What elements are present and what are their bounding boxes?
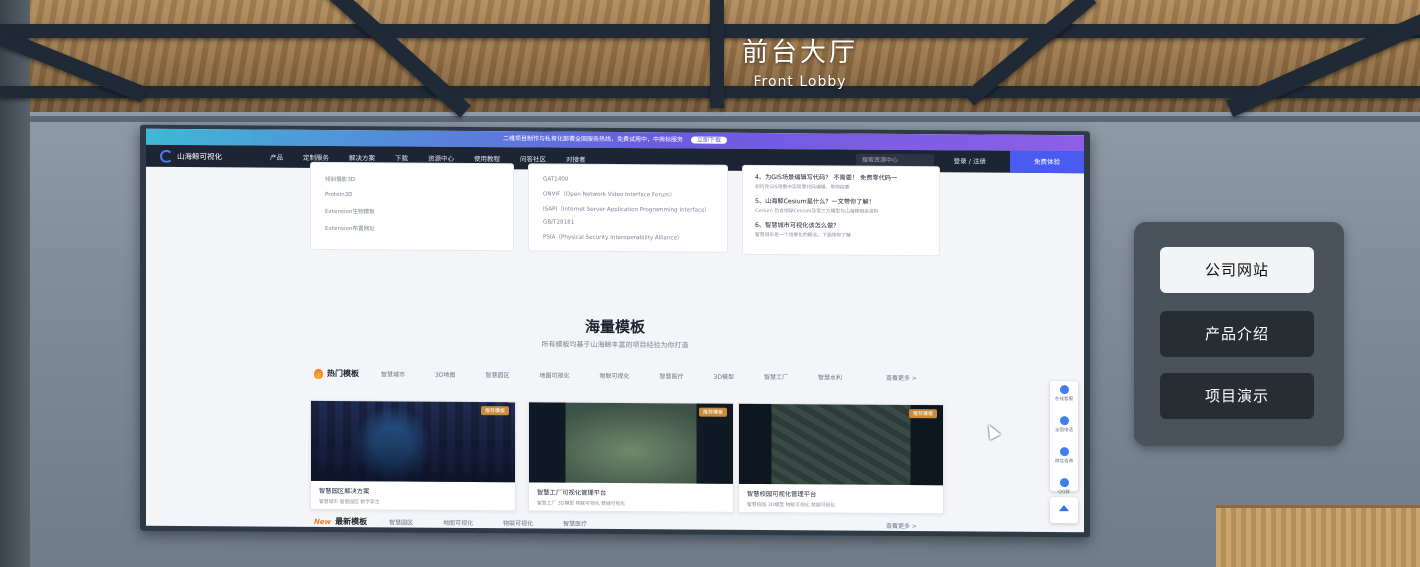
nav-item-tutorials[interactable]: 使用教程 <box>474 153 500 163</box>
list-item[interactable]: Extension布置网址 <box>325 224 513 233</box>
phone-icon <box>1059 416 1069 426</box>
nav-item-partners[interactable]: 对接者 <box>566 154 586 164</box>
tab-new-iot-vis[interactable]: 物联可视化 <box>503 518 533 527</box>
website-view[interactable]: 二维项目制作与私有化部署全国服务热线，免费试用中，中商标服务 立即下载 山海鲸可… <box>146 128 1084 533</box>
list-item[interactable]: 倾斜摄影3D <box>325 175 513 184</box>
product-intro-button[interactable]: 产品介绍 <box>1160 311 1314 357</box>
new-templates-text: 最新模板 <box>335 517 368 527</box>
online-service-button[interactable]: 在线客服 <box>1050 385 1078 412</box>
float-label: 微信咨询 <box>1055 459 1073 465</box>
floating-contact-bar: 在线客服 全国电话 微信咨询 QQ群 <box>1050 381 1078 495</box>
list-item[interactable]: GAT1400 <box>543 176 727 183</box>
template-badge: 推荐模板 <box>908 409 937 419</box>
promo-banner-text: 二维项目制作与私有化部署全国服务热线，免费试用中，中商标服务 <box>503 135 684 144</box>
news-summary: 智慧城市是一个场景化的概念，下面带你了解 <box>755 232 851 239</box>
headset-icon <box>1059 385 1069 395</box>
float-label: 在线客服 <box>1055 397 1073 403</box>
wall-pipe <box>0 116 1420 122</box>
display-screen[interactable]: 二维项目制作与私有化部署全国服务热线，免费试用中，中商标服务 立即下载 山海鲸可… <box>140 124 1090 538</box>
news-summary: 如何在GIS场景中实现零代码编辑，带你探索 <box>755 184 850 191</box>
back-to-top-button[interactable] <box>1050 497 1078 524</box>
tab-new-map-vis[interactable]: 地图可视化 <box>443 518 473 527</box>
page-content: 倾斜摄影3D Protein3D Extension生物模板 Extension… <box>146 161 1084 533</box>
template-title: 智慧园区解决方案 <box>319 487 370 496</box>
tab-iot-vis[interactable]: 物联可视化 <box>600 371 630 380</box>
wechat-button[interactable]: 微信咨询 <box>1050 447 1078 474</box>
lobby-sign-title: 前台大厅 <box>741 38 858 68</box>
template-card[interactable]: 推荐模板 智慧园区解决方案 智慧城市 智慧园区 数字孪生 <box>310 399 516 512</box>
login-link[interactable]: 登录 / 注册 <box>954 150 986 172</box>
tab-smart-water[interactable]: 智慧水利 <box>818 372 842 381</box>
feature-card: 倾斜摄影3D Protein3D Extension生物模板 Extension… <box>310 161 514 252</box>
list-item[interactable]: PSIA（Physical Security Interoperability … <box>543 232 727 241</box>
news-item[interactable]: 4、为GIS场景编辑写代码？ 不需要！ 免费零代码一 <box>755 172 939 182</box>
new-templates-label: New 最新模板 <box>314 516 367 527</box>
template-badge: 推荐模板 <box>698 407 727 417</box>
list-item[interactable]: Extension生物模板 <box>325 207 513 216</box>
template-tags: 智慧校园 3D模型 物联可视化 数据可视化 <box>747 502 836 509</box>
tab-smart-medical[interactable]: 智慧医疗 <box>660 371 684 380</box>
free-trial-button[interactable]: 免费体验 <box>1010 150 1084 174</box>
hot-templates-text: 热门模板 <box>327 368 359 379</box>
template-tags: 智慧城市 智慧园区 数字孪生 <box>319 499 380 506</box>
arrow-up-icon <box>1059 505 1069 512</box>
lobby-menu-panel: 公司网站 产品介绍 项目演示 <box>1134 222 1344 446</box>
template-title: 智慧校园可视化管理平台 <box>747 490 817 499</box>
tab-3d-model[interactable]: 3D模型 <box>714 372 734 381</box>
template-thumbnail: 推荐模板 <box>739 403 943 486</box>
hot-more-link[interactable]: 查看更多 > <box>886 373 917 382</box>
qq-icon <box>1059 478 1069 488</box>
promo-download-button[interactable]: 立即下载 <box>690 136 727 144</box>
news-summary: Cesium 包含地球Cesium及第三方模型与山海鲸相关资料 <box>755 208 879 215</box>
news-card: 4、为GIS场景编辑写代码？ 不需要！ 免费零代码一 如何在GIS场景中实现零代… <box>742 164 940 257</box>
template-badge: 推荐模板 <box>480 406 509 416</box>
site-logo-text: 山海鲸可视化 <box>177 151 222 161</box>
nav-item-custom[interactable]: 定制服务 <box>303 152 329 162</box>
nav-item-download[interactable]: 下载 <box>395 152 408 162</box>
hot-templates-tabs: 热门模板 智慧城市 3D地图 智慧园区 地图可视化 物联可视化 智慧医疗 3D模… <box>314 368 872 383</box>
template-thumbnail: 推荐模板 <box>529 402 733 484</box>
tab-map-vis[interactable]: 地图可视化 <box>539 370 569 379</box>
new-badge-icon: New <box>314 517 332 526</box>
list-item[interactable]: GB/T28181 <box>543 219 727 226</box>
flame-icon <box>314 368 323 379</box>
reception-desk <box>1216 505 1420 567</box>
tab-smart-park[interactable]: 智慧园区 <box>485 370 509 379</box>
section-title: 海量模板 <box>584 317 645 337</box>
nav-item-community[interactable]: 问答社区 <box>520 153 546 163</box>
protocol-card: GAT1400 ONVIF（Open Network Video Interfa… <box>528 163 728 253</box>
company-website-button[interactable]: 公司网站 <box>1160 247 1314 293</box>
tab-3d-map[interactable]: 3D地图 <box>435 370 455 379</box>
news-item[interactable]: 6、智慧城市可视化该怎么做？ <box>755 220 939 230</box>
tab-smart-city[interactable]: 智慧城市 <box>381 369 405 378</box>
logo-icon <box>160 149 173 163</box>
phone-button[interactable]: 全国电话 <box>1050 416 1078 443</box>
list-item[interactable]: ISAPI（Internet Server Application Progra… <box>543 204 727 213</box>
list-item[interactable]: Protein3D <box>325 192 513 199</box>
site-logo[interactable]: 山海鲸可视化 <box>146 149 270 163</box>
float-label: 全国电话 <box>1055 428 1073 434</box>
template-thumbnail: 推荐模板 <box>311 400 515 483</box>
template-title: 智慧工厂可视化管理平台 <box>537 489 607 497</box>
template-card[interactable]: 推荐模板 智慧工厂可视化管理平台 智慧工厂 3D模型 物联可视化 数据可视化 <box>528 401 734 513</box>
nav-item-resources[interactable]: 资源中心 <box>428 153 454 163</box>
lobby-sign-subtitle: Front Lobby <box>753 74 847 90</box>
template-card[interactable]: 推荐模板 智慧校园可视化管理平台 智慧校园 3D模型 物联可视化 数据可视化 <box>738 402 944 515</box>
new-more-link[interactable]: 查看更多 > <box>886 521 917 530</box>
tab-new-smart-park[interactable]: 智慧园区 <box>389 517 413 526</box>
news-item[interactable]: 5、山海鲸Cesium是什么？一文带你了解！ <box>755 196 939 206</box>
hot-templates-label: 热门模板 <box>314 368 359 379</box>
project-demo-button[interactable]: 项目演示 <box>1160 373 1314 419</box>
nav-item-products[interactable]: 产品 <box>270 152 283 162</box>
tab-smart-factory[interactable]: 智慧工厂 <box>764 372 788 381</box>
nav-item-solutions[interactable]: 解决方案 <box>349 152 375 162</box>
float-label: QQ群 <box>1058 490 1070 496</box>
list-item[interactable]: ONVIF（Open Network Video Interface Forum… <box>543 189 727 198</box>
wechat-icon <box>1059 447 1069 457</box>
tab-new-smart-medical[interactable]: 智慧医疗 <box>563 519 587 528</box>
new-templates-tabs: New 最新模板 智慧园区 地图可视化 物联可视化 智慧医疗 <box>314 516 617 529</box>
template-tags: 智慧工厂 3D模型 物联可视化 数据可视化 <box>537 501 626 508</box>
